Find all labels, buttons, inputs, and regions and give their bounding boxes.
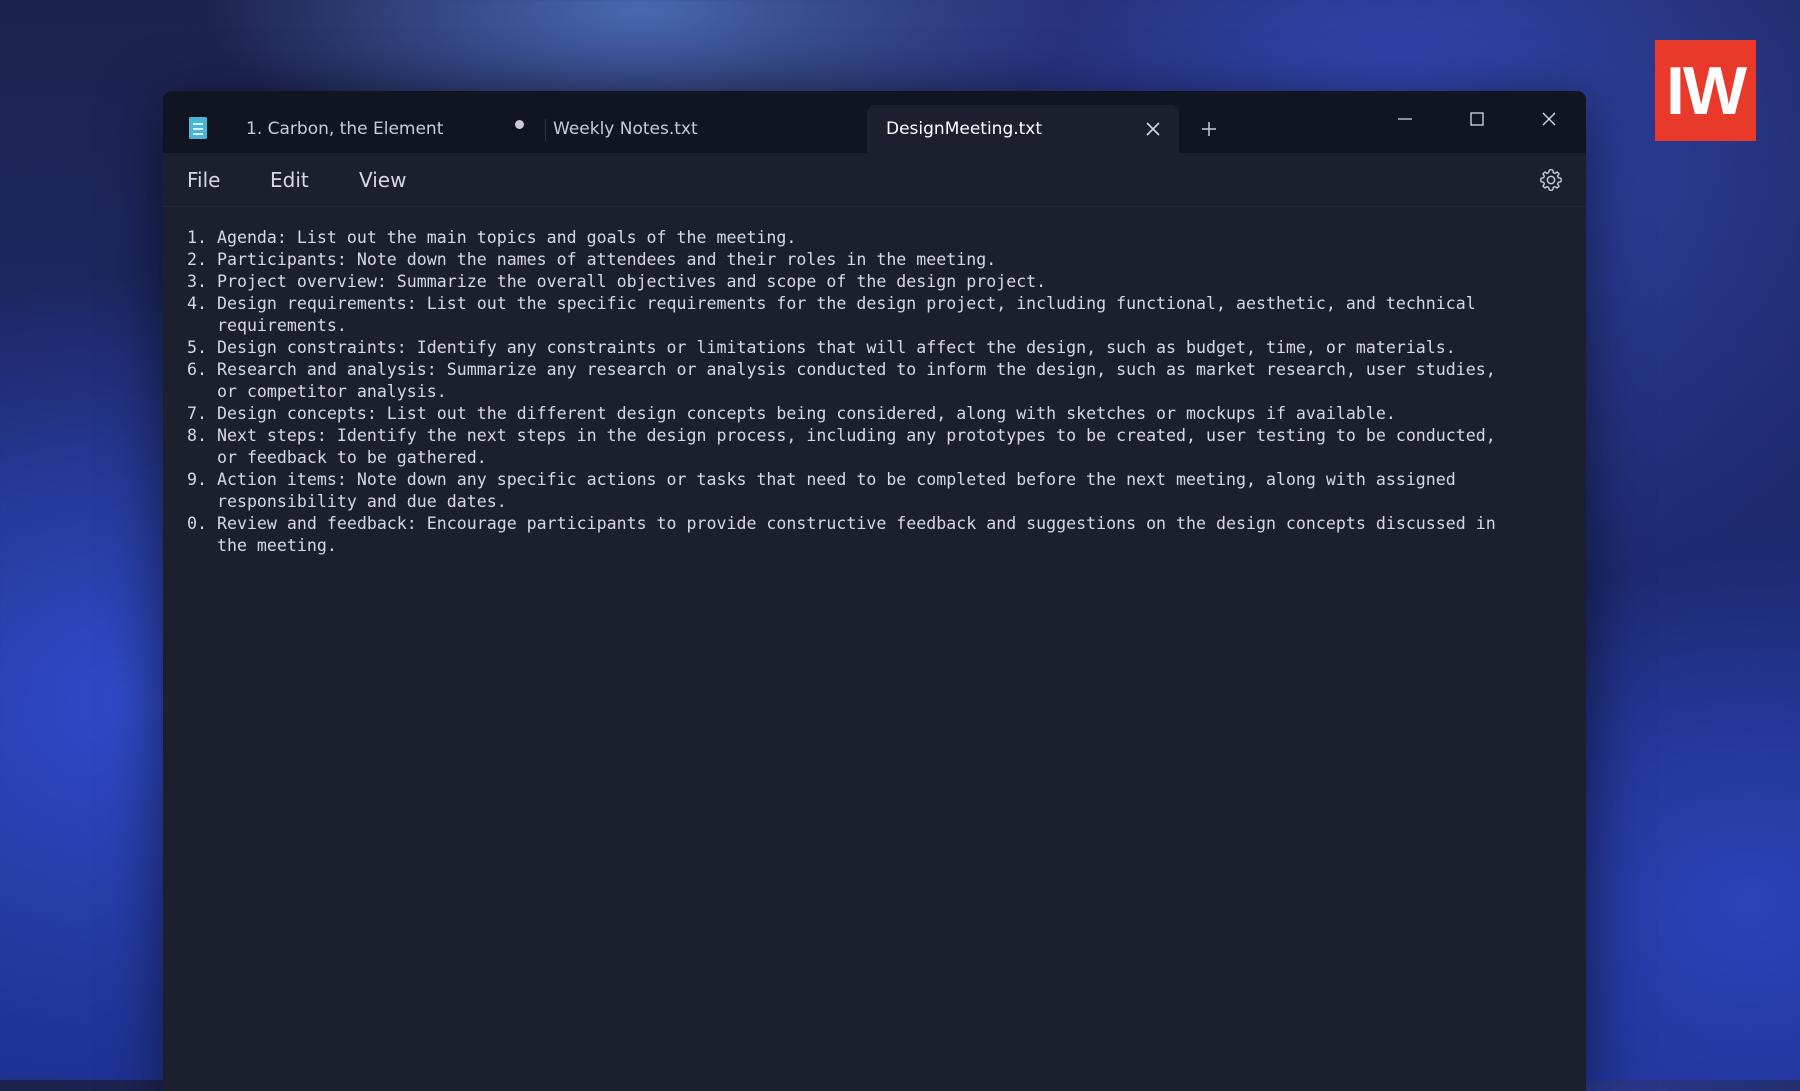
- editor-line: 8. Next steps: Identify the next steps i…: [187, 426, 1496, 445]
- editor-line: 2. Participants: Note down the names of …: [187, 250, 997, 269]
- text-editor[interactable]: 1. Agenda: List out the main topics and …: [187, 227, 1557, 1077]
- notepad-window: 1. Carbon, the Element Weekly Notes.txt …: [163, 91, 1586, 1091]
- iw-logo: IW: [1655, 40, 1756, 141]
- editor-line: the meeting.: [187, 536, 337, 555]
- tab-label: 1. Carbon, the Element: [246, 119, 444, 139]
- editor-line: requirements.: [187, 316, 347, 335]
- editor-line: or feedback to be gathered.: [187, 448, 487, 467]
- maximize-icon[interactable]: [1449, 97, 1505, 141]
- notepad-icon: [189, 117, 207, 139]
- editor-line: 6. Research and analysis: Summarize any …: [187, 360, 1496, 379]
- editor-line: 7. Design concepts: List out the differe…: [187, 404, 1396, 423]
- minimize-icon[interactable]: [1377, 97, 1433, 141]
- editor-line: responsibility and due dates.: [187, 492, 507, 511]
- editor-line: 1. Agenda: List out the main topics and …: [187, 228, 797, 247]
- editor-line: 3. Project overview: Summarize the overa…: [187, 272, 1047, 291]
- editor-line: 4. Design requirements: List out the spe…: [187, 294, 1476, 313]
- unsaved-dot-icon: [515, 120, 524, 129]
- menu-view[interactable]: View: [359, 153, 406, 207]
- close-icon[interactable]: [1521, 97, 1577, 141]
- menu-edit[interactable]: Edit: [270, 153, 309, 207]
- editor-line: 9. Action items: Note down any specific …: [187, 470, 1456, 489]
- tab-label: DesignMeeting.txt: [886, 119, 1043, 139]
- tab-label: Weekly Notes.txt: [553, 119, 698, 139]
- editor-line: 0. Review and feedback: Encourage partic…: [187, 514, 1496, 533]
- title-bar: 1. Carbon, the Element Weekly Notes.txt …: [163, 91, 1586, 153]
- menu-file[interactable]: File: [187, 153, 220, 207]
- tab-divider: [545, 119, 546, 141]
- tab-design-meeting[interactable]: DesignMeeting.txt: [867, 105, 1179, 153]
- gear-icon[interactable]: [1537, 166, 1565, 194]
- menu-bar: File Edit View: [163, 153, 1586, 207]
- editor-line: 5. Design constraints: Identify any cons…: [187, 338, 1456, 357]
- logo-text: IW: [1665, 52, 1747, 129]
- new-tab-plus-icon[interactable]: [1191, 111, 1227, 147]
- close-tab-icon[interactable]: [1141, 117, 1165, 141]
- editor-line: or competitor analysis.: [187, 382, 447, 401]
